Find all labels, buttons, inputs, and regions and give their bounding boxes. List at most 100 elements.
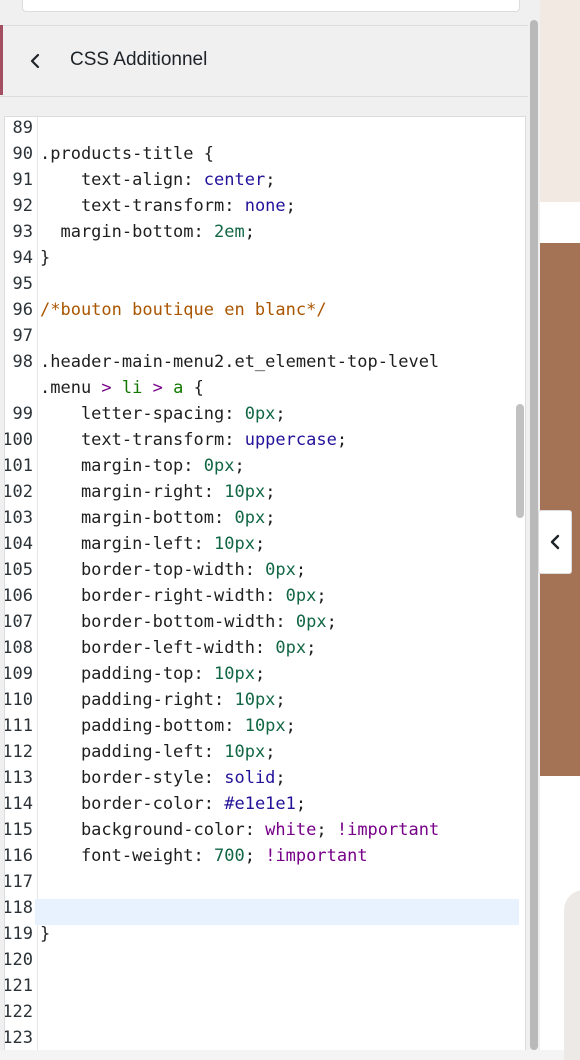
code-token: margin-bottom: bbox=[40, 222, 214, 242]
code-token: margin-right: bbox=[40, 482, 225, 502]
code-line[interactable]: letter-spacing: 0px; bbox=[40, 401, 286, 427]
editor-scrollbar-thumb[interactable] bbox=[516, 404, 524, 518]
code-line[interactable]: border-left-width: 0px; bbox=[40, 635, 316, 661]
code-token: 0px bbox=[265, 560, 296, 580]
code-token: text-align: bbox=[40, 170, 204, 190]
line-number: 117 bbox=[4, 872, 33, 892]
code-line[interactable]: margin-bottom: 0px; bbox=[40, 505, 276, 531]
code-token: .products-title bbox=[40, 144, 194, 164]
code-token: ; bbox=[254, 534, 266, 554]
css-code-editor[interactable]: 89 90 91 92 93 94 95 96 97 98 99 100 101 102 103 104 105… bbox=[4, 116, 526, 1050]
code-line[interactable]: .products-title { bbox=[40, 141, 214, 167]
preview-image bbox=[564, 890, 580, 1060]
line-number: 121 bbox=[4, 976, 33, 996]
code-line[interactable]: } bbox=[40, 921, 50, 947]
code-line[interactable]: border-color: #e1e1e1; bbox=[40, 791, 306, 817]
line-number: 97 bbox=[12, 326, 33, 346]
code-token: ; bbox=[316, 820, 337, 840]
code-line[interactable]: border-top-width: 0px; bbox=[40, 557, 306, 583]
code-line[interactable]: .header-main-menu2.et_element-top-level bbox=[40, 349, 439, 375]
code-token: padding-top: bbox=[40, 664, 214, 684]
code-line[interactable]: background-color: white; !important bbox=[40, 817, 439, 843]
active-line-highlight bbox=[35, 899, 519, 925]
code-token: ; bbox=[275, 690, 286, 710]
code-line[interactable]: padding-left: 10px; bbox=[40, 739, 276, 765]
code-token: !important bbox=[336, 820, 440, 840]
chevron-left-icon bbox=[550, 534, 560, 550]
code-line[interactable]: margin-bottom: 2em; bbox=[40, 219, 255, 245]
code-token: border-right-width: bbox=[40, 586, 286, 606]
code-line[interactable]: border-style: solid; bbox=[40, 765, 286, 791]
line-number: 102 bbox=[4, 482, 33, 502]
code-token: ; bbox=[244, 222, 255, 242]
code-line[interactable]: padding-top: 10px; bbox=[40, 661, 265, 687]
code-token: .menu bbox=[40, 378, 102, 398]
code-token: /*bouton boutique en blanc*/ bbox=[40, 300, 327, 320]
code-token: none bbox=[244, 196, 286, 216]
code-token: 0px bbox=[244, 404, 276, 424]
code-token: > bbox=[101, 378, 112, 398]
code-line[interactable]: margin-right: 10px; bbox=[40, 479, 276, 505]
code-line[interactable]: font-weight: 700; !important bbox=[40, 843, 368, 869]
code-line[interactable]: margin-left: 10px; bbox=[40, 531, 265, 557]
code-line[interactable]: .menu > li > a { bbox=[40, 375, 204, 401]
code-token: center bbox=[203, 170, 266, 190]
code-token: ; bbox=[316, 586, 327, 606]
chevron-left-icon bbox=[30, 53, 40, 69]
panel-scrollbar-thumb[interactable] bbox=[530, 20, 538, 1050]
code-line[interactable]: border-bottom-width: 0px; bbox=[40, 609, 337, 635]
code-token: { bbox=[193, 144, 215, 164]
code-token: 0px bbox=[285, 586, 317, 606]
code-token: padding-bottom: bbox=[40, 716, 245, 736]
code-token: ; bbox=[265, 482, 276, 502]
code-token: { bbox=[183, 378, 204, 398]
code-line[interactable]: text-transform: uppercase; bbox=[40, 427, 347, 453]
code-token: li bbox=[121, 378, 143, 398]
section-accent-bar bbox=[0, 25, 3, 95]
panel-header: CSS Additionnel bbox=[0, 25, 528, 97]
line-number: 113 bbox=[4, 768, 33, 788]
line-number: 92 bbox=[12, 196, 33, 216]
customizer-panel: CSS Additionnel 89 90 91 92 93 94 95 96 97 98 99 10… bbox=[0, 0, 528, 1050]
code-line[interactable]: border-right-width: 0px; bbox=[40, 583, 327, 609]
code-token: ; bbox=[265, 742, 276, 762]
code-token: text-transform: bbox=[40, 196, 245, 216]
code-token: margin-bottom: bbox=[40, 508, 235, 528]
code-line[interactable]: } bbox=[40, 245, 50, 271]
back-button[interactable] bbox=[22, 48, 48, 74]
code-token: !important bbox=[265, 846, 368, 866]
page-title: CSS Additionnel bbox=[70, 49, 208, 70]
line-number: 99 bbox=[12, 404, 33, 424]
code-token: ; bbox=[275, 768, 286, 788]
code-token: ; bbox=[254, 664, 266, 684]
code-token: 700 bbox=[214, 846, 245, 866]
code-line[interactable]: padding-bottom: 10px; bbox=[40, 713, 296, 739]
line-number: 118 bbox=[4, 898, 33, 918]
code-token: letter-spacing: bbox=[40, 404, 245, 424]
line-number: 123 bbox=[4, 1028, 33, 1048]
code-line[interactable]: margin-top: 0px; bbox=[40, 453, 245, 479]
code-line[interactable]: padding-right: 10px; bbox=[40, 687, 286, 713]
code-token: border-bottom-width: bbox=[40, 612, 296, 632]
code-token: text-transform: bbox=[40, 430, 245, 450]
search-input[interactable] bbox=[22, 0, 520, 12]
line-number: 109 bbox=[4, 664, 33, 684]
code-token: 10px bbox=[214, 664, 255, 684]
code-token: 2em bbox=[214, 222, 245, 242]
code-token: 10px bbox=[224, 742, 266, 762]
code-token: uppercase bbox=[244, 430, 337, 450]
code-token: 0px bbox=[275, 638, 307, 658]
line-number: 110 bbox=[4, 690, 33, 710]
line-number: 115 bbox=[4, 820, 33, 840]
line-number: 103 bbox=[4, 508, 33, 528]
code-line[interactable]: /*bouton boutique en blanc*/ bbox=[40, 297, 327, 323]
code-token: ; bbox=[285, 716, 296, 736]
line-number: 108 bbox=[4, 638, 33, 658]
line-number: 119 bbox=[4, 924, 33, 944]
code-line[interactable]: text-align: center; bbox=[40, 167, 276, 193]
line-number: 116 bbox=[4, 846, 33, 866]
code-token: solid bbox=[224, 768, 276, 788]
collapse-sidebar-button[interactable] bbox=[538, 510, 572, 574]
code-line[interactable]: text-transform: none; bbox=[40, 193, 296, 219]
